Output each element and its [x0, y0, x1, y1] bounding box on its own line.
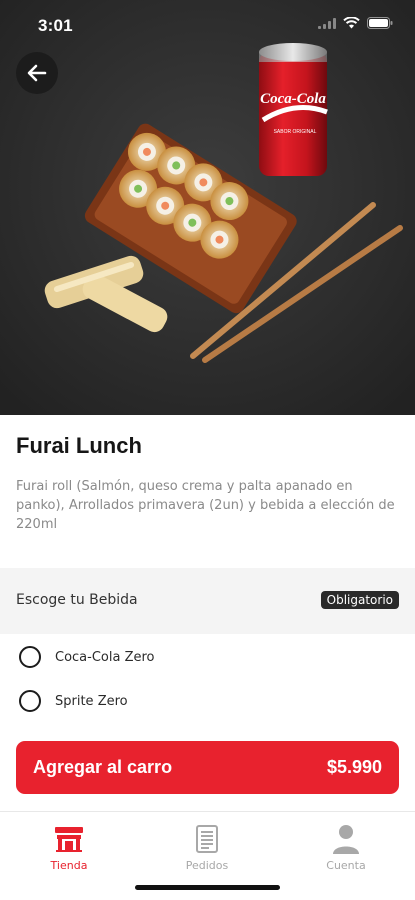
add-to-cart-label: Agregar al carro	[33, 757, 173, 777]
add-to-cart-button[interactable]: Agregar al carro $5.990	[16, 741, 399, 794]
product-image: Coca-Cola SABOR ORIGINAL	[0, 0, 415, 415]
drink-option-header: Escoge tu Bebida Obligatorio	[0, 568, 415, 634]
store-icon	[55, 827, 83, 852]
arrow-left-icon	[27, 64, 47, 82]
status-bar: 3:01	[0, 0, 415, 54]
product-price: $5.990	[326, 757, 382, 777]
back-button[interactable]	[16, 52, 58, 94]
can-subtext: SABOR ORIGINAL	[274, 129, 317, 135]
battery-icon	[367, 17, 393, 29]
tab-tienda[interactable]: Tienda	[0, 812, 138, 882]
option-sprite-zero[interactable]: Sprite Zero	[0, 679, 415, 723]
option-label: Sprite Zero	[55, 693, 128, 709]
product-title: Furai Lunch	[16, 433, 142, 458]
status-icons	[318, 17, 393, 29]
can-logo: Coca-Cola	[260, 91, 326, 107]
radio-button[interactable]	[19, 690, 41, 712]
option-group-title: Escoge tu Bebida	[16, 592, 138, 608]
tab-label: Tienda	[50, 859, 88, 872]
wifi-icon	[343, 17, 360, 29]
product-description: Furai roll (Salmón, queso crema y palta …	[16, 479, 395, 532]
radio-button[interactable]	[19, 646, 41, 668]
tab-label: Pedidos	[185, 859, 229, 872]
required-badge: Obligatorio	[320, 591, 399, 609]
option-coca-cola-zero[interactable]: Coca-Cola Zero	[0, 635, 415, 679]
status-time: 3:01	[38, 16, 73, 35]
tab-label: Cuenta	[326, 859, 366, 872]
tab-pedidos[interactable]: Pedidos	[138, 812, 276, 882]
signal-icon	[318, 17, 336, 29]
tab-cuenta[interactable]: Cuenta	[277, 812, 415, 882]
user-icon	[333, 825, 359, 854]
receipt-icon	[196, 825, 218, 853]
home-indicator	[135, 885, 280, 890]
option-label: Coca-Cola Zero	[55, 649, 155, 665]
coca-cola-can: Coca-Cola SABOR ORIGINAL	[259, 43, 328, 176]
